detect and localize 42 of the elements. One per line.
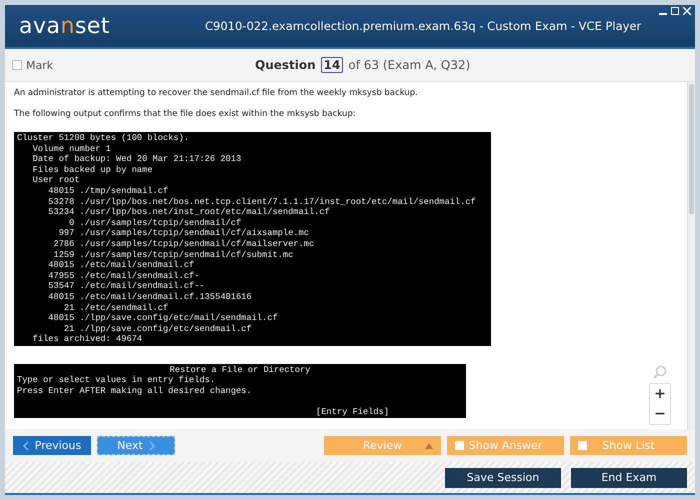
- triangle-up-icon: [425, 442, 433, 448]
- maximize-icon[interactable]: [671, 7, 679, 15]
- terminal-line: 997 ./usr/samples/tcpip/sendmail/cf/aixsample.mc: [58, 228, 310, 239]
- chevron-right-icon: [148, 440, 155, 450]
- terminal-line: 48015 ./etc/mail/sendmail.cf.1355401616: [47, 292, 253, 302]
- terminal-line: Volume number 1: [32, 144, 112, 154]
- terminal-line: 53547 ./etc/mail/sendmail.cf--: [47, 281, 206, 292]
- terminal-line: 21 ./lpp/save.config/etc/sendmail.cf: [62, 324, 253, 334]
- close-icon[interactable]: [683, 7, 691, 15]
- terminal-line: 47955 ./etc/mail/sendmail.cf-: [47, 270, 200, 282]
- terminal-line: 1259 ./usr/samples/tcpip/sendmail/cf/submit.mc: [52, 250, 294, 260]
- logo: ava nset: [18, 14, 112, 38]
- terminal-line: 2786 ./usr/samples/tcpip/sendmail/cf/mailserver.mc: [52, 238, 316, 250]
- terminal-line: 0 ./usr/samples/tcpip/sendmail/cf: [68, 218, 242, 228]
- terminal-line: Files backed up by name: [32, 164, 154, 176]
- terminal-title: Restore a File or Directory: [168, 364, 312, 376]
- question-number: 14: [320, 57, 344, 73]
- terminal-line: Type or select values in entry fields.: [17, 375, 216, 386]
- next-button[interactable]: Next: [97, 436, 175, 455]
- chevron-left-icon: [22, 440, 29, 450]
- terminal-line: 21 ./etc/sendmail.cf: [62, 302, 170, 314]
- mark-checkbox[interactable]: Mark: [5, 58, 255, 72]
- terminal-line: [Entry Fields]: [316, 406, 390, 418]
- terminal-line: 48015 ./lpp/save.config/etc/mail/sendmail.cf: [47, 313, 279, 324]
- terminal-line: Date of backup: Wed 20 Mar 21:17:26 2013: [32, 154, 242, 165]
- end-exam-button[interactable]: End Exam: [571, 468, 687, 488]
- terminal-line: files archived: 49674: [32, 334, 144, 345]
- question-text: An administrator is attempting to recover the sendmail.cf file from the weekly mksysb backup.: [14, 88, 419, 98]
- scrollbar-thumb[interactable]: [689, 84, 694, 214]
- terminal-line: Press Enter AFTER making all desired changes.: [17, 386, 253, 397]
- question-label: Question: [255, 58, 316, 72]
- terminal-line: Cluster 51200 bytes (100 blocks).: [17, 133, 190, 144]
- question-count: of 63 (Exam A, Q32): [348, 58, 470, 72]
- terminal-line: 48015 ./etc/mail/sendmail.cf: [47, 260, 196, 271]
- terminal-line: User root: [32, 175, 81, 186]
- window-title: C9010-022.examcollection.premium.exam.63q - Custom Exam - VCE Player: [205, 19, 642, 33]
- terminal-line: 48015 ./tmp/sendmail.cf: [47, 186, 170, 197]
- question-text: The following output confirms that the file does exist within the mksysb backup:: [14, 109, 357, 119]
- previous-button[interactable]: Previous: [13, 436, 91, 455]
- terminal-line: 53278 ./usr/lpp/bos.net/bos.net.tcp.client/7.1.1.17/inst_root/etc/mail/sendmail.cf: [47, 196, 477, 208]
- terminal-line: 53234 ./usr/lpp/bos.net/inst_root/etc/mail/sendmail.cf: [47, 207, 331, 218]
- save-session-button[interactable]: Save Session: [445, 468, 561, 488]
